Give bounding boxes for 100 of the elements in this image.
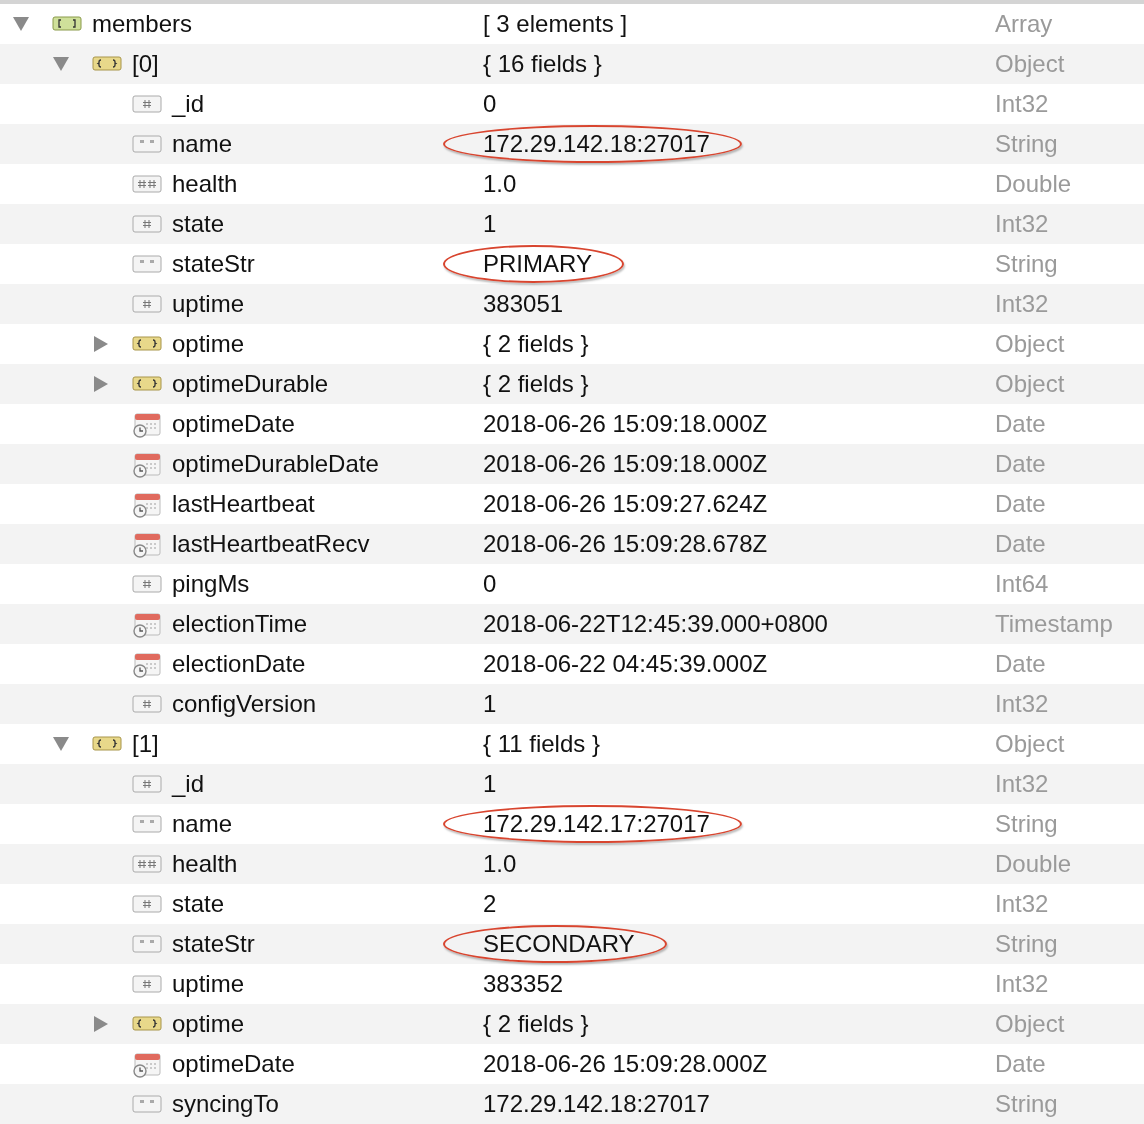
field-key: configVersion <box>172 690 317 718</box>
field-value: 172.29.142.17:27017 <box>483 810 710 837</box>
field-key: _id <box>172 90 205 118</box>
field-value: 2018-06-22T12:45:39.000+0800 <box>483 610 828 637</box>
field-key: optime <box>172 1010 245 1038</box>
tree-row[interactable]: syncingTo 172.29.142.18:27017 String <box>0 1084 1144 1124</box>
field-type: Int32 <box>995 890 1050 918</box>
tree-row[interactable]: configVersion 1 Int32 <box>0 684 1144 724</box>
field-key: [0] <box>132 50 159 78</box>
field-value: 172.29.142.18:27017 <box>483 130 710 157</box>
field-value: [ 3 elements ] <box>483 10 628 37</box>
field-type: Double <box>995 850 1073 878</box>
field-key: name <box>172 810 233 838</box>
field-type: Double <box>995 170 1073 198</box>
field-value: { 11 fields } <box>483 730 600 757</box>
field-key: stateStr <box>172 250 255 278</box>
field-type: Object <box>995 730 1066 758</box>
field-value: 1 <box>483 690 497 717</box>
field-key: uptime <box>172 970 245 998</box>
tree-row[interactable]: uptime 383051 Int32 <box>0 284 1144 324</box>
field-key: optimeDurableDate <box>172 450 379 478</box>
field-key: syncingTo <box>172 1090 279 1118</box>
field-key: optimeDurable <box>172 370 329 398</box>
field-key: health <box>172 170 238 198</box>
field-type: String <box>995 1090 1059 1118</box>
field-type: Date <box>995 1050 1047 1078</box>
field-key: stateStr <box>172 930 255 958</box>
tree-row[interactable]: name 172.29.142.18:27017 String <box>0 124 1144 164</box>
field-type: Int32 <box>995 770 1050 798</box>
field-value: 2018-06-26 15:09:18.000Z <box>483 410 768 437</box>
field-type: Date <box>995 650 1047 678</box>
field-type: String <box>995 130 1059 158</box>
tree-row[interactable]: _id 1 Int32 <box>0 764 1144 804</box>
field-type: Int32 <box>995 690 1050 718</box>
field-key: state <box>172 890 225 918</box>
field-value: 172.29.142.18:27017 <box>483 1090 710 1117</box>
field-type: Int32 <box>995 970 1050 998</box>
tree-row[interactable]: optimeDurableDate 2018-06-26 15:09:18.000Z Date <box>0 444 1144 484</box>
field-key: members <box>92 10 193 38</box>
field-value: 2018-06-26 15:09:28.000Z <box>483 1050 768 1077</box>
field-value: 1 <box>483 770 497 797</box>
field-type: Int32 <box>995 290 1050 318</box>
field-type: String <box>995 250 1059 278</box>
field-value: { 2 fields } <box>483 330 589 357</box>
field-key: _id <box>172 770 205 798</box>
field-key: optime <box>172 330 245 358</box>
field-type: Int32 <box>995 210 1050 238</box>
expanded-triangle-icon[interactable] <box>50 735 72 753</box>
field-type: String <box>995 810 1059 838</box>
field-key: [1] <box>132 730 159 758</box>
expanded-triangle-icon[interactable] <box>10 15 32 33</box>
field-type: String <box>995 930 1059 958</box>
field-key: uptime <box>172 290 245 318</box>
field-value: 1.0 <box>483 170 517 197</box>
tree-row[interactable]: state 1 Int32 <box>0 204 1144 244</box>
field-value: 0 <box>483 90 497 117</box>
field-key: health <box>172 850 238 878</box>
field-key: pingMs <box>172 570 250 598</box>
field-key: electionTime <box>172 610 308 638</box>
field-key: lastHeartbeatRecv <box>172 530 370 558</box>
field-type: Object <box>995 1010 1066 1038</box>
field-type: Array <box>995 10 1054 38</box>
field-value: 2018-06-26 15:09:28.678Z <box>483 530 768 557</box>
field-value: 383352 <box>483 970 564 997</box>
field-type: Timestamp <box>995 610 1114 638</box>
tree-row[interactable]: optimeDurable { 2 fields } Object <box>0 364 1144 404</box>
tree-row[interactable]: lastHeartbeatRecv 2018-06-26 15:09:28.678Z Date <box>0 524 1144 564</box>
field-type: Object <box>995 370 1066 398</box>
field-key: state <box>172 210 225 238</box>
field-value: 383051 <box>483 290 564 317</box>
field-value: 0 <box>483 570 497 597</box>
field-value: 1.0 <box>483 850 517 877</box>
tree-row[interactable]: optime { 2 fields } Object <box>0 1004 1144 1044</box>
field-key: optimeDate <box>172 410 295 438</box>
field-key: lastHeartbeat <box>172 490 315 518</box>
tree-row[interactable]: stateStr SECONDARY String <box>0 924 1144 964</box>
field-value: { 16 fields } <box>483 50 602 77</box>
field-key: electionDate <box>172 650 306 678</box>
field-value: 2018-06-26 15:09:18.000Z <box>483 450 768 477</box>
field-value: SECONDARY <box>483 930 635 957</box>
field-type: Object <box>995 330 1066 358</box>
field-type: Date <box>995 410 1047 438</box>
field-type: Date <box>995 530 1047 558</box>
field-type: Object <box>995 50 1066 78</box>
field-value: 1 <box>483 210 497 237</box>
field-type: Int64 <box>995 570 1050 598</box>
field-type: Int32 <box>995 90 1050 118</box>
field-value: { 2 fields } <box>483 370 589 397</box>
field-value: 2018-06-26 15:09:27.624Z <box>483 490 768 517</box>
tree-row[interactable]: [0] { 16 fields } Object <box>0 44 1144 84</box>
field-key: optimeDate <box>172 1050 295 1078</box>
field-value: PRIMARY <box>483 250 592 277</box>
field-type: Date <box>995 450 1047 478</box>
field-value: { 2 fields } <box>483 1010 589 1037</box>
field-type: Date <box>995 490 1047 518</box>
field-key: name <box>172 130 233 158</box>
expanded-triangle-icon[interactable] <box>50 55 72 73</box>
field-value: 2 <box>483 890 497 917</box>
tree-row[interactable]: health 1.0 Double <box>0 844 1144 884</box>
tree-row[interactable]: electionTime 2018-06-22T12:45:39.000+0800 Timestamp <box>0 604 1144 644</box>
